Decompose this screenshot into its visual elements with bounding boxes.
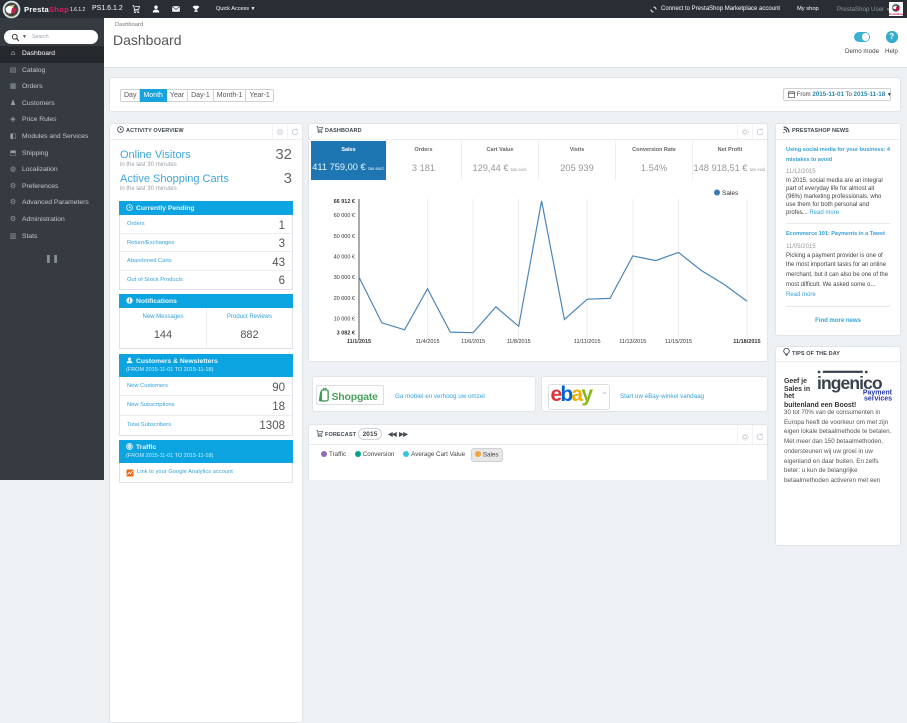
- svg-text:20 000 €: 20 000 €: [334, 296, 355, 302]
- svg-text:11/11/2015: 11/11/2015: [574, 339, 601, 345]
- svg-text:Sales: Sales: [722, 190, 739, 197]
- svg-text:services: services: [864, 396, 892, 402]
- svg-text:66 912 €: 66 912 €: [334, 199, 355, 205]
- svg-text:30 000 €: 30 000 €: [334, 275, 355, 281]
- svg-text:11/1/2015: 11/1/2015: [347, 339, 371, 345]
- svg-text:3 082 €: 3 082 €: [337, 331, 355, 337]
- svg-text:11/13/2015: 11/13/2015: [619, 339, 646, 345]
- svg-text:11/15/2015: 11/15/2015: [665, 339, 692, 345]
- svg-text:11/6/2015: 11/6/2015: [461, 339, 485, 345]
- svg-text:40 000 €: 40 000 €: [334, 255, 355, 261]
- svg-text:60 000 €: 60 000 €: [334, 213, 355, 219]
- svg-text:11/8/2015: 11/8/2015: [507, 339, 531, 345]
- svg-text:50 000 €: 50 000 €: [334, 234, 355, 240]
- svg-text:11/4/2015: 11/4/2015: [415, 339, 439, 345]
- svg-text:PrestaShop: PrestaShop: [889, 12, 903, 16]
- svg-text:11/18/2015: 11/18/2015: [733, 339, 760, 345]
- svg-text:10 000 €: 10 000 €: [334, 316, 355, 322]
